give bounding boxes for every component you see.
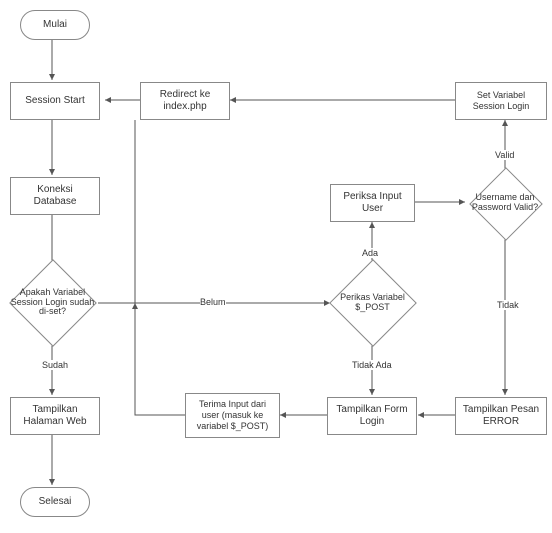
session-start-label: Session Start [25,95,84,107]
form-login-node: Tampilkan Form Login [327,397,417,435]
pesan-error-node: Tampilkan Pesan ERROR [455,397,547,435]
edge-sudah: Sudah [42,360,68,370]
tampil-web-label: Tampilkan Halaman Web [15,404,95,428]
edge-ada: Ada [362,248,378,258]
dec-valid-node: Username dan Password Valid? [470,168,540,238]
terima-input-label: Terima Input dari user (masuk ke variabe… [190,399,275,431]
form-login-label: Tampilkan Form Login [332,404,412,428]
edge-tidak1: Tidak [497,300,519,310]
dec-session-node: Apakah Variabel Session Login sudah di-s… [10,260,95,345]
dec-valid-label: Username dan Password Valid? [470,193,540,213]
dec-session-label: Apakah Variabel Session Login sudah di-s… [10,288,95,318]
edge-tidakada: Tidak Ada [352,360,392,370]
edge-valid: Valid [495,150,514,160]
redirect-node: Redirect ke index.php [140,82,230,120]
terima-input-node: Terima Input dari user (masuk ke variabe… [185,393,280,438]
db-node: Koneksi Database [10,177,100,215]
redirect-label: Redirect ke index.php [145,89,225,113]
set-var-node: Set Variabel Session Login [455,82,547,120]
dec-post-node: Perikas Variabel $_POST [330,260,415,345]
set-var-label: Set Variabel Session Login [460,90,542,112]
start-node: Mulai [20,10,90,40]
periksa-user-label: Periksa Input User [335,191,410,215]
periksa-user-node: Periksa Input User [330,184,415,222]
end-label: Selesai [39,496,72,508]
session-start-node: Session Start [10,82,100,120]
end-node: Selesai [20,487,90,517]
db-label: Koneksi Database [15,184,95,208]
pesan-error-label: Tampilkan Pesan ERROR [460,404,542,428]
start-label: Mulai [43,19,67,31]
tampil-web-node: Tampilkan Halaman Web [10,397,100,435]
edge-belum: Belum [200,297,226,307]
dec-post-label: Perikas Variabel $_POST [330,293,415,313]
